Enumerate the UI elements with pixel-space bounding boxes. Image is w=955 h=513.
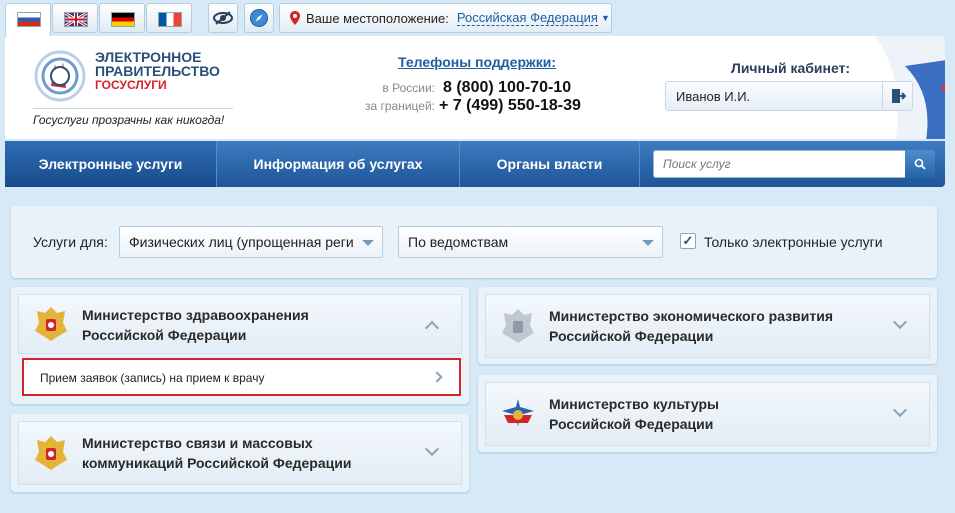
logout-button[interactable]: [882, 82, 912, 110]
gosuslugi-logo: [33, 46, 89, 108]
accessibility-button[interactable]: [208, 3, 238, 33]
logo-text: ЭЛЕКТРОННОЕ ПРАВИТЕЛЬСТВО ГОСУСЛУГИ: [95, 50, 220, 92]
coat-of-arms-icon: [35, 307, 67, 341]
audience-select[interactable]: Физических лиц (упрощенная реги: [119, 226, 383, 258]
chevron-up-icon[interactable]: [424, 320, 440, 336]
ministry-header-culture[interactable]: Министерство культуры Российской Федераци…: [485, 382, 930, 446]
dropdown-arrow-icon: [642, 240, 654, 246]
grouping-value: По ведомствам: [408, 234, 509, 250]
search-placeholder: Поиск услуг: [663, 157, 731, 171]
chevron-down-icon[interactable]: [424, 441, 440, 457]
coat-of-arms-icon: [502, 309, 534, 343]
filter-label: Услуги для:: [33, 234, 108, 250]
phone-russia-row: в России: 8 (800) 100-70-10: [355, 79, 571, 97]
location-label: Ваше местоположение:: [306, 10, 449, 26]
ministry-header-communications[interactable]: Министерство связи и массовых коммуникаци…: [18, 421, 462, 485]
tab-service-info[interactable]: Информация об услугах: [217, 141, 460, 187]
search-icon: [914, 158, 926, 170]
ministry-title-communications: Министерство связи и массовых коммуникаци…: [82, 435, 352, 471]
ministry-card-economy: Министерство экономического развития Росс…: [478, 287, 937, 364]
location-selector[interactable]: Ваше местоположение: Российская Федераци…: [279, 3, 612, 33]
slogan-wrap: Госуслуги прозрачны как никогда!: [33, 108, 233, 127]
grouping-select[interactable]: По ведомствам: [398, 226, 663, 258]
flag-russian-button[interactable]: [5, 3, 51, 37]
phone-russia-label: в России:: [382, 81, 435, 95]
flag-english-button[interactable]: [52, 3, 98, 33]
ministry-header-economy[interactable]: Министерство экономического развития Росс…: [485, 294, 930, 358]
compass-button[interactable]: [244, 3, 274, 33]
location-value-link[interactable]: Российская Федерация: [456, 10, 598, 26]
exit-door-icon: [891, 89, 906, 103]
site-header: ЭЛЕКТРОННОЕ ПРАВИТЕЛЬСТВО ГОСУСЛУГИ Госу…: [5, 36, 945, 139]
filter-panel: Услуги для: Физических лиц (упрощенная р…: [11, 206, 937, 278]
map-pin-icon: [290, 11, 300, 25]
phone-abroad: + 7 (499) 550-18-39: [439, 97, 581, 114]
chevron-right-icon: [431, 371, 443, 383]
coat-of-arms-icon: [35, 436, 67, 470]
tab-electronic-services[interactable]: Электронные услуги: [5, 141, 217, 187]
flag-french-button[interactable]: [146, 3, 192, 33]
chevron-down-icon[interactable]: [892, 402, 908, 418]
ministry-header-health[interactable]: Министерство здравоохранения Российской Ф…: [18, 294, 462, 354]
chevron-down-icon[interactable]: [892, 314, 908, 330]
compass-icon: [250, 9, 268, 27]
slogan: Госуслуги прозрачны как никогда!: [33, 113, 225, 127]
phone-abroad-row: за границей: + 7 (499) 550-18-39: [355, 97, 581, 115]
ministry-title-health: Министерство здравоохранения Российской Ф…: [82, 307, 309, 343]
gosuslugi-logo-icon: [34, 50, 86, 102]
uk-flag-icon: [64, 11, 88, 28]
logo-line3: ГОСУСЛУГИ: [95, 78, 167, 92]
cabinet-user-box[interactable]: Иванов И.И.: [665, 81, 913, 111]
phone-abroad-label: за границей:: [364, 99, 435, 113]
dropdown-arrow-icon: [362, 240, 374, 246]
only-electronic-label: Только электронные услуги: [704, 234, 883, 250]
audience-value: Физических лиц (упрощенная реги: [129, 234, 354, 250]
only-electronic-checkbox[interactable]: ✓: [680, 233, 696, 249]
cabinet-user-name: Иванов И.И.: [676, 89, 751, 104]
phone-russia: 8 (800) 100-70-10: [443, 79, 572, 96]
ministry-card-culture: Министерство культуры Российской Федераци…: [478, 375, 937, 452]
logo-line2: ПРАВИТЕЛЬСТВО: [95, 63, 220, 79]
french-flag-icon: [158, 12, 182, 27]
search-button[interactable]: [905, 150, 935, 178]
eye-icon: [213, 11, 233, 25]
search-input[interactable]: Поиск услуг: [653, 150, 935, 178]
tab-authorities[interactable]: Органы власти: [460, 141, 640, 187]
flag-german-button[interactable]: [99, 3, 145, 33]
service-link-doctor-appointment[interactable]: Прием заявок (запись) на прием к врачу: [22, 358, 461, 396]
ministry-title-economy: Министерство экономического развития Росс…: [549, 308, 833, 344]
service-name: Прием заявок (запись) на прием к врачу: [40, 371, 265, 385]
russian-flag-icon: [17, 12, 41, 27]
chevron-down-icon: ▼: [600, 13, 610, 23]
cabinet-title: Личный кабинет:: [731, 60, 851, 76]
support-title[interactable]: Телефоны поддержки:: [398, 54, 556, 72]
german-flag-icon: [111, 12, 135, 27]
ministry-card-communications: Министерство связи и массовых коммуникаци…: [11, 414, 469, 492]
ministry-title-culture: Министерство культуры Российской Федераци…: [549, 396, 720, 432]
culture-emblem-icon: [502, 399, 534, 427]
logo-line1: ЭЛЕКТРОННОЕ: [95, 49, 202, 65]
